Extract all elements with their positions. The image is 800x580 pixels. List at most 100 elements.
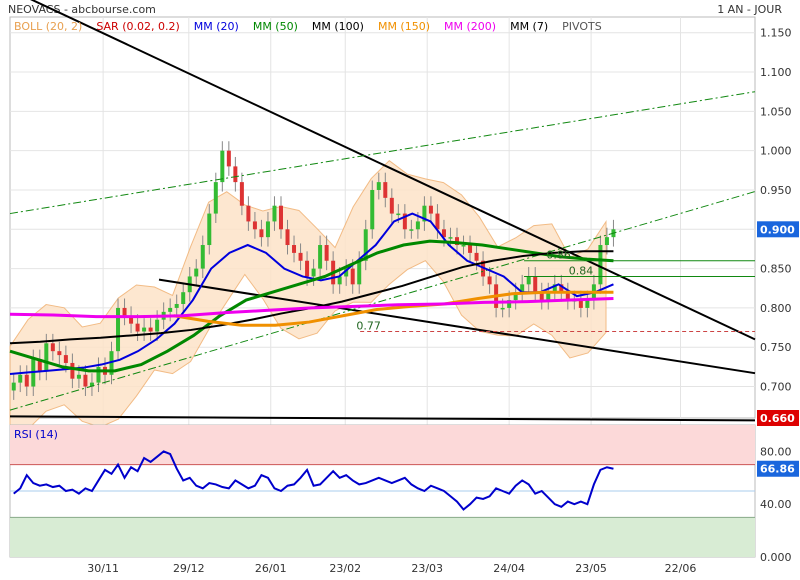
candle (50, 343, 55, 352)
y-tick-label: 0.750 (760, 341, 792, 354)
candle (18, 374, 23, 383)
candle (259, 229, 264, 238)
candle (578, 300, 583, 308)
candle (83, 374, 88, 387)
legend-item: MM (150) (378, 20, 430, 33)
candle (272, 205, 277, 222)
legend-item: MM (20) (194, 20, 239, 33)
candle (585, 300, 590, 308)
candle (168, 307, 173, 312)
rsi-tick: 40.00 (760, 498, 792, 511)
candle (116, 307, 121, 352)
y-tick-label: 1.150 (760, 27, 792, 40)
candle (448, 237, 453, 239)
candle (207, 213, 212, 246)
candle (155, 319, 160, 332)
candle (500, 307, 505, 310)
candle (533, 276, 538, 293)
candle (265, 221, 270, 238)
x-tick-label: 29/12 (173, 562, 205, 575)
support-tag: 0.660 (760, 412, 795, 425)
candle (96, 366, 101, 383)
x-tick-label: 23/03 (411, 562, 443, 575)
candle (148, 327, 153, 332)
last-price-tag: 0.900 (760, 223, 795, 236)
candle (474, 252, 479, 261)
x-tick-label: 23/05 (575, 562, 607, 575)
candle (415, 221, 420, 230)
y-tick-label: 1.000 (760, 145, 792, 158)
stock-chart: NEOVACS - abcbourse.com 1 AN - JOUR 1.15… (8, 0, 799, 575)
legend-item: MM (100) (312, 20, 364, 33)
candle (135, 323, 140, 332)
x-tick-label: 26/01 (255, 562, 287, 575)
x-tick-label: 30/11 (87, 562, 119, 575)
candle (383, 182, 388, 198)
candle (376, 182, 381, 190)
candle (461, 245, 466, 247)
legend-item: MM (7) (510, 20, 548, 33)
candle (252, 221, 257, 230)
x-tick-label: 22/06 (665, 562, 697, 575)
legend-item: SAR (0.02, 0.2) (96, 20, 179, 33)
candle (200, 245, 205, 269)
candle (357, 260, 362, 285)
pivot-label: 0.86 (546, 249, 571, 262)
candle (233, 166, 238, 183)
candle (181, 292, 186, 304)
y-tick-label: 1.050 (760, 105, 792, 118)
rsi-title: RSI (14) (14, 428, 58, 441)
candle (311, 268, 316, 277)
date-axis: 30/11 29/12 26/01 23/02 23/03 24/04 23/05 22/06 (87, 562, 696, 575)
pivot-label: 0.84 (569, 264, 594, 277)
candle (370, 189, 375, 230)
rsi-value: 66.86 (760, 463, 795, 476)
rsi-panel: RSI (14) 80.00 40.00 0.000 66.86 (9, 424, 799, 564)
y-tick-label: 1.100 (760, 66, 792, 79)
x-tick-label: 24/04 (493, 562, 525, 575)
rsi-tick: 0.000 (760, 551, 792, 564)
candle (122, 307, 127, 316)
legend-item: MM (50) (253, 20, 298, 33)
candle (318, 245, 323, 269)
candle (174, 303, 179, 308)
candle (292, 245, 297, 253)
candle (76, 374, 81, 379)
candle (487, 276, 492, 285)
candle (604, 237, 609, 246)
candle (57, 351, 62, 356)
candle (278, 205, 283, 230)
candle (409, 229, 414, 231)
candle (389, 197, 394, 214)
x-tick-label: 23/02 (329, 562, 361, 575)
candle (285, 229, 290, 246)
candle (220, 150, 225, 183)
y-tick-label: 0.800 (760, 302, 792, 315)
candle (468, 245, 473, 253)
candle (44, 343, 49, 371)
overbought-zone (10, 425, 755, 465)
period-label[interactable]: 1 AN - JOUR (717, 3, 782, 16)
rsi-tick: 80.00 (760, 445, 792, 458)
candle (63, 355, 68, 363)
candle (194, 268, 199, 277)
candle (246, 205, 251, 222)
candle (526, 276, 531, 285)
candle (324, 245, 329, 261)
candle (298, 252, 303, 261)
candle (396, 213, 401, 216)
candle (11, 382, 16, 391)
chart-title: NEOVACS - abcbourse.com (8, 3, 156, 16)
y-tick-label: 0.950 (760, 184, 792, 197)
candle (70, 362, 75, 379)
oversold-zone (10, 517, 755, 557)
legend-item: MM (200) (444, 20, 496, 33)
y-tick-label: 0.850 (760, 263, 792, 276)
candle (24, 374, 29, 387)
candle (226, 150, 231, 167)
y-tick-label: 0.700 (760, 381, 792, 394)
pivot-label: 0.77 (356, 320, 381, 333)
candle (350, 268, 355, 285)
candle (428, 205, 433, 214)
legend-item: BOLL (20, 2) (14, 20, 82, 33)
